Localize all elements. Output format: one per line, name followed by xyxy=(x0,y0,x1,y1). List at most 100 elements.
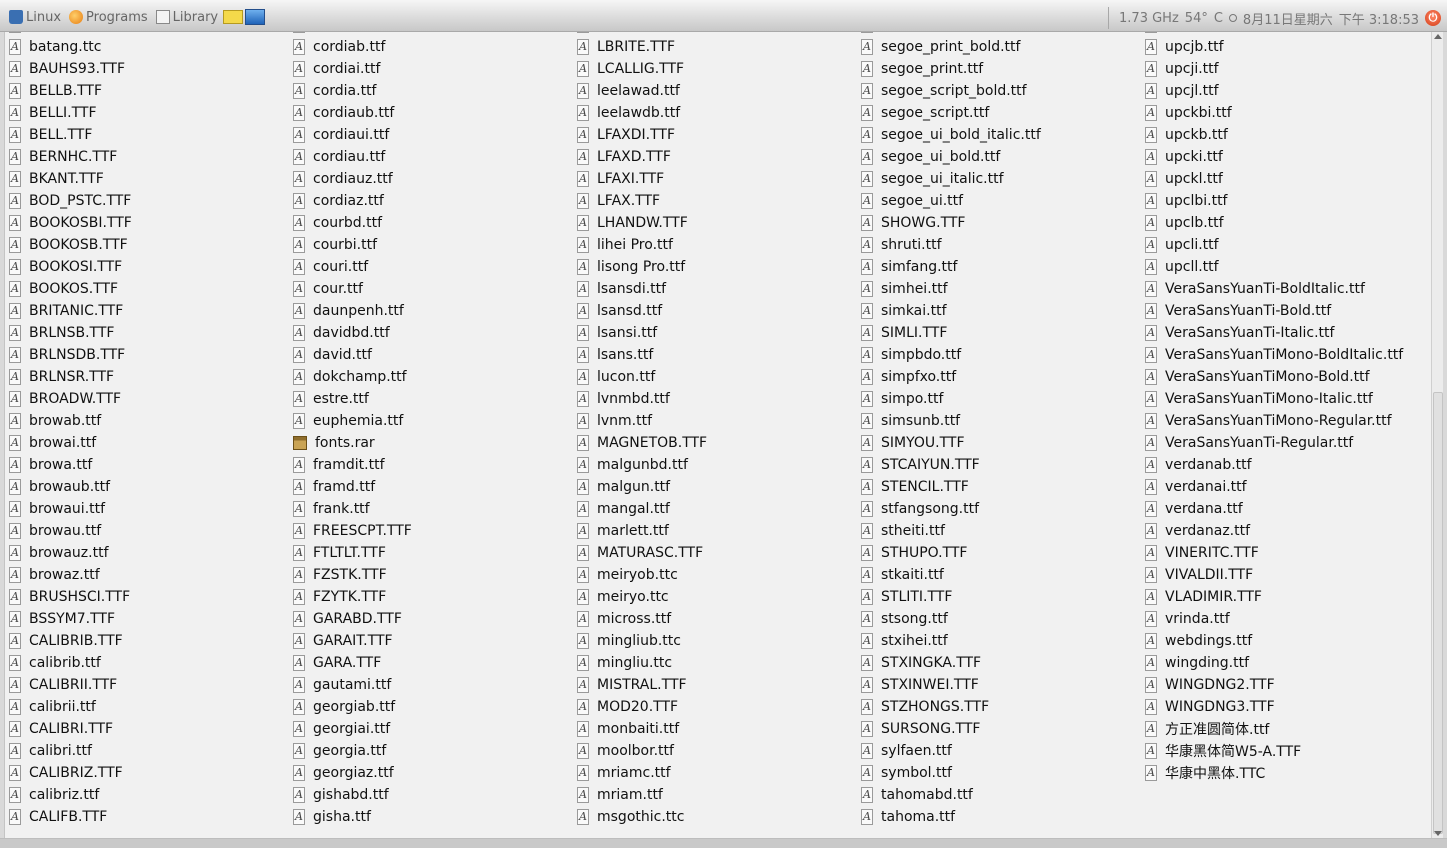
file-item[interactable]: A STHUPO.TTF xyxy=(861,542,967,564)
file-item[interactable]: A VIVALDII.TTF xyxy=(1145,564,1253,586)
file-item[interactable]: Alucon.ttf xyxy=(577,366,655,388)
file-item[interactable]: Acordiaz.ttf xyxy=(293,190,384,212)
file-item[interactable]: A WINGDNG2.TTF xyxy=(1145,674,1275,696)
file-item[interactable]: Abrowab.ttf xyxy=(9,410,101,432)
file-item[interactable]: A 华康中黑体.TTC xyxy=(1145,762,1265,784)
file-item[interactable]: A LHANDW.TTF xyxy=(577,212,688,234)
file-item[interactable]: A BRLNSR.TTF xyxy=(9,366,114,388)
file-item[interactable]: A LFAXI.TTF xyxy=(577,168,664,190)
file-item[interactable]: A STXINWEI.TTF xyxy=(861,674,979,696)
clock-time[interactable]: 下午 3:18:53 xyxy=(1339,9,1419,28)
file-item[interactable]: A LFAX.TTF xyxy=(577,190,660,212)
file-item[interactable]: Asymbol.ttf xyxy=(861,762,952,784)
file-item[interactable]: Amriamc.ttf xyxy=(577,762,671,784)
file-item[interactable]: A GARAIT.TTF xyxy=(293,630,393,652)
file-item[interactable]: Amingliu.ttc xyxy=(577,652,672,674)
file-item[interactable]: Abrowau.ttf xyxy=(9,520,101,542)
file-item[interactable]: Asimpbdo.ttf xyxy=(861,344,961,366)
file-item[interactable]: Alvnmbd.ttf xyxy=(577,388,670,410)
file-item[interactable]: Acalibriz.ttf xyxy=(9,784,99,806)
file-item[interactable]: A BRLNSDB.TTF xyxy=(9,344,125,366)
file-item[interactable]: A SIMYOU.TTF xyxy=(861,432,965,454)
scrollbar-thumb[interactable] xyxy=(1433,392,1443,834)
file-item[interactable]: A CALIBRI.TTF xyxy=(9,718,113,740)
menu-linux[interactable]: Linux xyxy=(6,8,64,26)
file-item[interactable]: A LBRITE.TTF xyxy=(577,36,675,58)
file-item[interactable]: Alsansi.ttf xyxy=(577,322,657,344)
file-item[interactable]: Astsong.ttf xyxy=(861,608,948,630)
file-item[interactable]: A MATURASC.TTF xyxy=(577,542,703,564)
file-item[interactable]: Aupcki.ttf xyxy=(1145,146,1223,168)
file-item[interactable]: A SIMLI.TTF xyxy=(861,322,947,344)
file-item[interactable]: A BERNHC.TTF xyxy=(9,146,117,168)
file-item[interactable]: A BELL.TTF xyxy=(9,124,92,146)
file-item[interactable]: A BRLNSB.TTF xyxy=(9,322,114,344)
file-item[interactable]: Asimsunb.ttf xyxy=(861,410,960,432)
file-item[interactable]: Averdana.ttf xyxy=(1145,498,1243,520)
file-item[interactable]: Asegoe_print_bold.ttf xyxy=(861,36,1020,58)
file-item[interactable]: Asegoe_print.ttf xyxy=(861,58,983,80)
file-item[interactable]: A STENCIL.TTF xyxy=(861,476,969,498)
file-item[interactable]: Aleelawdb.ttf xyxy=(577,102,680,124)
file-item[interactable]: Ageorgiaz.ttf xyxy=(293,762,394,784)
file-item[interactable]: Aupckl.ttf xyxy=(1145,168,1223,190)
file-item[interactable]: Amriam.ttf xyxy=(577,784,663,806)
menu-programs[interactable]: Programs xyxy=(66,8,151,26)
file-item[interactable]: Aleelawad.ttf xyxy=(577,80,680,102)
file-item[interactable]: Acourbi.ttf xyxy=(293,234,377,256)
file-item[interactable]: A CALIFB.TTF xyxy=(9,806,107,828)
file-item[interactable]: Acalibri.ttf xyxy=(9,740,92,762)
file-item[interactable]: A BROADW.TTF xyxy=(9,388,121,410)
file-item[interactable]: Acordiai.ttf xyxy=(293,58,380,80)
file-item[interactable]: A STLITI.TTF xyxy=(861,586,952,608)
file-item[interactable]: Asimpfxo.ttf xyxy=(861,366,956,388)
file-item[interactable]: Agishabd.ttf xyxy=(293,784,389,806)
file-item[interactable]: Acordiaui.ttf xyxy=(293,124,389,146)
file-item[interactable]: A BOOKOS.TTF xyxy=(9,278,118,300)
file-item[interactable]: Astheiti.ttf xyxy=(861,520,945,542)
file-item[interactable]: Atahomabd.ttf xyxy=(861,784,973,806)
file-item[interactable]: Astxihei.ttf xyxy=(861,630,948,652)
file-item[interactable]: Abrowaui.ttf xyxy=(9,498,105,520)
file-item[interactable]: A CALIBRIZ.TTF xyxy=(9,762,123,784)
file-item[interactable]: A BAUHS93.TTF xyxy=(9,58,125,80)
file-item[interactable]: Acalibrii.ttf xyxy=(9,696,96,718)
file-item[interactable]: Averdanab.ttf xyxy=(1145,454,1252,476)
file-item[interactable]: A VLADIMIR.TTF xyxy=(1145,586,1262,608)
file-item[interactable]: Atahoma.ttf xyxy=(861,806,955,828)
power-icon[interactable]: ⏻ xyxy=(1425,10,1441,26)
file-item[interactable]: Abatang.ttc xyxy=(9,36,101,58)
file-item[interactable]: Asylfaen.ttf xyxy=(861,740,952,762)
file-item[interactable]: Ameiryob.ttc xyxy=(577,564,678,586)
file-item[interactable]: A VeraSansYuanTiMono-Bold.ttf xyxy=(1145,366,1370,388)
file-item[interactable]: A BRITANIC.TTF xyxy=(9,300,123,322)
clock-date[interactable]: 8月11日星期六 xyxy=(1243,9,1333,28)
file-item[interactable]: Acordiau.ttf xyxy=(293,146,385,168)
file-item[interactable]: fonts.rar xyxy=(293,432,375,454)
file-item[interactable]: A BOOKOSI.TTF xyxy=(9,256,122,278)
file-item[interactable]: Adavidbd.ttf xyxy=(293,322,390,344)
file-item[interactable]: Alsans.ttf xyxy=(577,344,653,366)
file-item[interactable]: A VeraSansYuanTiMono-Italic.ttf xyxy=(1145,388,1373,410)
file-item[interactable]: A VeraSansYuanTi-BoldItalic.ttf xyxy=(1145,278,1365,300)
file-item[interactable]: Ashruti.ttf xyxy=(861,234,942,256)
file-item[interactable]: Asegoe_ui_bold.ttf xyxy=(861,146,1000,168)
file-item[interactable]: Ageorgiab.ttf xyxy=(293,696,395,718)
file-item[interactable]: Aupckbi.ttf xyxy=(1145,102,1232,124)
file-item[interactable]: Acourbd.ttf xyxy=(293,212,382,234)
file-item[interactable]: Astfangsong.ttf xyxy=(861,498,979,520)
file-item[interactable]: A BOOKOSB.TTF xyxy=(9,234,128,256)
file-item[interactable]: Agautami.ttf xyxy=(293,674,391,696)
desktop-icon[interactable] xyxy=(245,9,266,25)
file-item[interactable]: Aupclbi.ttf xyxy=(1145,190,1227,212)
file-item[interactable]: Aeuphemia.ttf xyxy=(293,410,403,432)
file-item[interactable]: Asimkai.ttf xyxy=(861,300,947,322)
file-item[interactable]: Abrowaz.ttf xyxy=(9,564,100,586)
file-item[interactable]: A 方正准圆简体.ttf xyxy=(1145,718,1269,740)
file-item[interactable]: Asegoe_ui.ttf xyxy=(861,190,963,212)
sticky-note-icon[interactable] xyxy=(223,10,244,24)
file-item[interactable]: A STZHONGS.TTF xyxy=(861,696,989,718)
file-item[interactable]: Alisong Pro.ttf xyxy=(577,256,685,278)
file-item[interactable]: Ameiryo.ttc xyxy=(577,586,669,608)
file-item[interactable]: Alvnm.ttf xyxy=(577,410,652,432)
